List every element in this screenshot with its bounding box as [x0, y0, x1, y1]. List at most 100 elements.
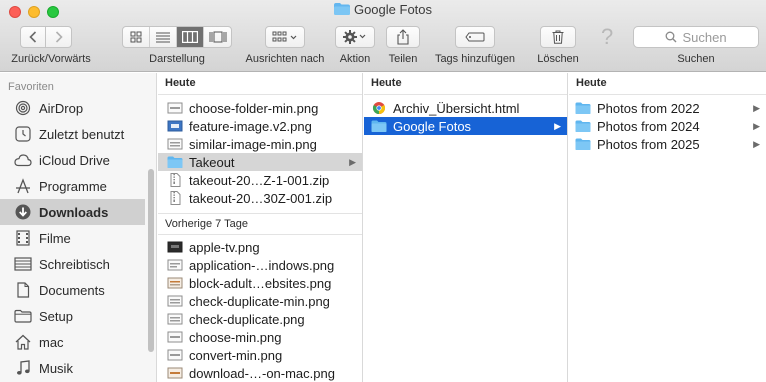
sidebar-item-airdrop[interactable]: AirDrop [0, 95, 145, 121]
folder-icon [575, 120, 591, 132]
applications-icon [14, 177, 32, 195]
icon-view-button[interactable] [123, 27, 150, 47]
image-file-icon [167, 313, 183, 325]
list-icon [156, 32, 170, 43]
file-row[interactable]: check-duplicate.png [158, 310, 362, 328]
arrange-icon [272, 31, 297, 42]
sidebar-item-music[interactable]: Musik [0, 355, 145, 381]
file-name: takeout-20…30Z-001.zip [189, 190, 333, 206]
file-row[interactable]: application-…indows.png [158, 256, 362, 274]
folder-row-google-fotos[interactable]: Google Fotos ▶ [364, 117, 567, 135]
image-file-icon [167, 241, 183, 253]
sidebar-item-downloads[interactable]: Downloads [0, 199, 145, 225]
forward-button[interactable] [45, 26, 72, 48]
help-icon[interactable]: ? [601, 24, 613, 50]
folder-row-takeout[interactable]: Takeout ▶ [158, 153, 362, 171]
file-name: check-duplicate-min.png [189, 293, 330, 309]
file-row[interactable]: convert-min.png [158, 346, 362, 364]
share-icon [397, 29, 409, 45]
delete-button[interactable] [540, 26, 576, 48]
file-name: similar-image-min.png [189, 136, 317, 152]
file-row[interactable]: Archiv_Übersicht.html [364, 99, 567, 117]
folder-icon [371, 120, 387, 132]
sidebar-item-label: mac [39, 334, 64, 350]
image-file-icon [167, 102, 183, 114]
documents-icon [14, 281, 32, 299]
disclosure-arrow-icon: ▶ [753, 102, 760, 113]
file-row[interactable]: block-adult…ebsites.png [158, 274, 362, 292]
add-tags-label: Tags hinzufügen [434, 53, 516, 65]
columns-icon [182, 31, 198, 43]
arrange-label: Ausrichten nach [245, 53, 325, 65]
window-title-text: Google Fotos [353, 2, 433, 17]
image-file-icon [167, 277, 183, 289]
home-icon [14, 333, 32, 351]
action-label: Aktion [339, 53, 371, 65]
sidebar-item-label: Zuletzt benutzt [39, 126, 125, 142]
recents-icon [14, 125, 32, 143]
folder-icon [167, 156, 183, 168]
sidebar-item-label: Downloads [39, 204, 109, 220]
share-button[interactable] [386, 26, 420, 48]
sidebar-item-desktop[interactable]: Schreibtisch [0, 251, 145, 277]
gallery-view-button[interactable] [204, 27, 231, 47]
sidebar-item-setup[interactable]: Setup [0, 303, 145, 329]
back-button[interactable] [20, 26, 46, 48]
airdrop-icon [14, 99, 32, 117]
zip-file-icon [170, 173, 181, 187]
file-row[interactable]: choose-folder-min.png [158, 99, 362, 117]
disclosure-arrow-icon: ▶ [349, 156, 356, 167]
sidebar-item-icloud[interactable]: iCloud Drive [0, 147, 145, 173]
gallery-icon [209, 31, 226, 43]
tag-icon [465, 32, 485, 42]
folder-icon [575, 138, 591, 150]
file-row[interactable]: takeout-20…Z-1-001.zip [158, 171, 362, 189]
sidebar-item-label: Documents [39, 282, 105, 298]
image-file-icon [167, 367, 183, 379]
sidebar-item-label: iCloud Drive [39, 152, 110, 168]
file-name: Google Fotos [393, 118, 472, 134]
folder-row[interactable]: Photos from 2025 ▶ [569, 135, 766, 153]
file-name: choose-min.png [189, 329, 282, 345]
column-section-header: Heute [569, 73, 766, 95]
file-row[interactable]: feature-image.v2.png [158, 117, 362, 135]
sidebar-item-label: Musik [39, 360, 73, 376]
sidebar-item-home[interactable]: mac [0, 329, 145, 355]
action-button[interactable] [335, 26, 375, 48]
file-row[interactable]: download-…-on-mac.png [158, 364, 362, 382]
folder-row[interactable]: Photos from 2022 ▶ [569, 99, 766, 117]
sidebar-item-recents[interactable]: Zuletzt benutzt [0, 121, 145, 147]
column-google-fotos: Heute Photos from 2022 ▶ Photos from 202… [569, 73, 766, 382]
file-row[interactable]: choose-min.png [158, 328, 362, 346]
sidebar-item-label: Filme [39, 230, 71, 246]
share-label: Teilen [388, 53, 418, 65]
sidebar-header: Favoriten [8, 81, 54, 93]
arrange-button[interactable] [265, 26, 305, 48]
folder-row[interactable]: Photos from 2024 ▶ [569, 117, 766, 135]
sidebar-item-applications[interactable]: Programme [0, 173, 145, 199]
image-file-icon [167, 120, 183, 132]
search-icon [666, 31, 677, 43]
column-view-button[interactable] [177, 27, 204, 47]
gear-icon [343, 30, 366, 44]
file-name: Photos from 2025 [597, 136, 700, 152]
file-row[interactable]: apple-tv.png [158, 238, 362, 256]
list-view-button[interactable] [150, 27, 177, 47]
sidebar-item-movies[interactable]: Filme [0, 225, 145, 251]
file-row[interactable]: similar-image-min.png [158, 135, 362, 153]
file-row[interactable]: takeout-20…30Z-001.zip [158, 189, 362, 207]
search-label: Suchen [677, 53, 715, 65]
chevron-right-icon [55, 31, 63, 43]
file-name: apple-tv.png [189, 239, 260, 255]
add-tags-button[interactable] [455, 26, 495, 48]
view-mode-control[interactable] [122, 26, 232, 48]
disclosure-arrow-icon: ▶ [753, 120, 760, 131]
file-row[interactable]: check-duplicate-min.png [158, 292, 362, 310]
sidebar-item-documents[interactable]: Documents [0, 277, 145, 303]
search-field[interactable]: Suchen [633, 26, 759, 48]
sidebar-scrollbar[interactable] [148, 169, 154, 352]
image-file-icon [167, 295, 183, 307]
trash-icon [552, 30, 564, 44]
file-name: block-adult…ebsites.png [189, 275, 332, 291]
file-name: Archiv_Übersicht.html [393, 100, 520, 116]
